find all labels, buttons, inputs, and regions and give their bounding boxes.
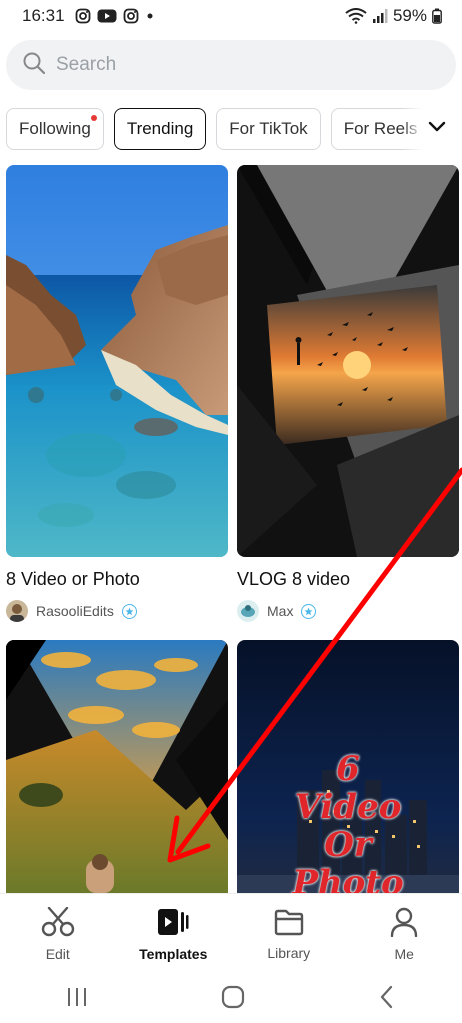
person-icon [390, 907, 418, 940]
nav-templates[interactable]: Templates [128, 907, 218, 962]
templates-icon [157, 907, 189, 940]
recent-apps-icon[interactable] [65, 986, 89, 1013]
scissors-icon [41, 906, 75, 940]
system-navigation-bar [0, 975, 462, 1023]
nav-library-label: Library [267, 945, 311, 961]
nav-templates-label: Templates [139, 946, 208, 962]
nav-me[interactable]: Me [359, 907, 449, 962]
nav-library[interactable]: Library [244, 908, 334, 961]
nav-edit[interactable]: Edit [13, 906, 103, 962]
back-icon[interactable] [377, 985, 397, 1014]
folder-icon [274, 908, 304, 939]
nav-edit-label: Edit [45, 946, 70, 962]
nav-me-label: Me [394, 946, 414, 962]
home-icon[interactable] [220, 984, 246, 1015]
bottom-navigation: Edit Templates Library Me [0, 893, 462, 975]
annotation-arrow [167, 467, 462, 863]
